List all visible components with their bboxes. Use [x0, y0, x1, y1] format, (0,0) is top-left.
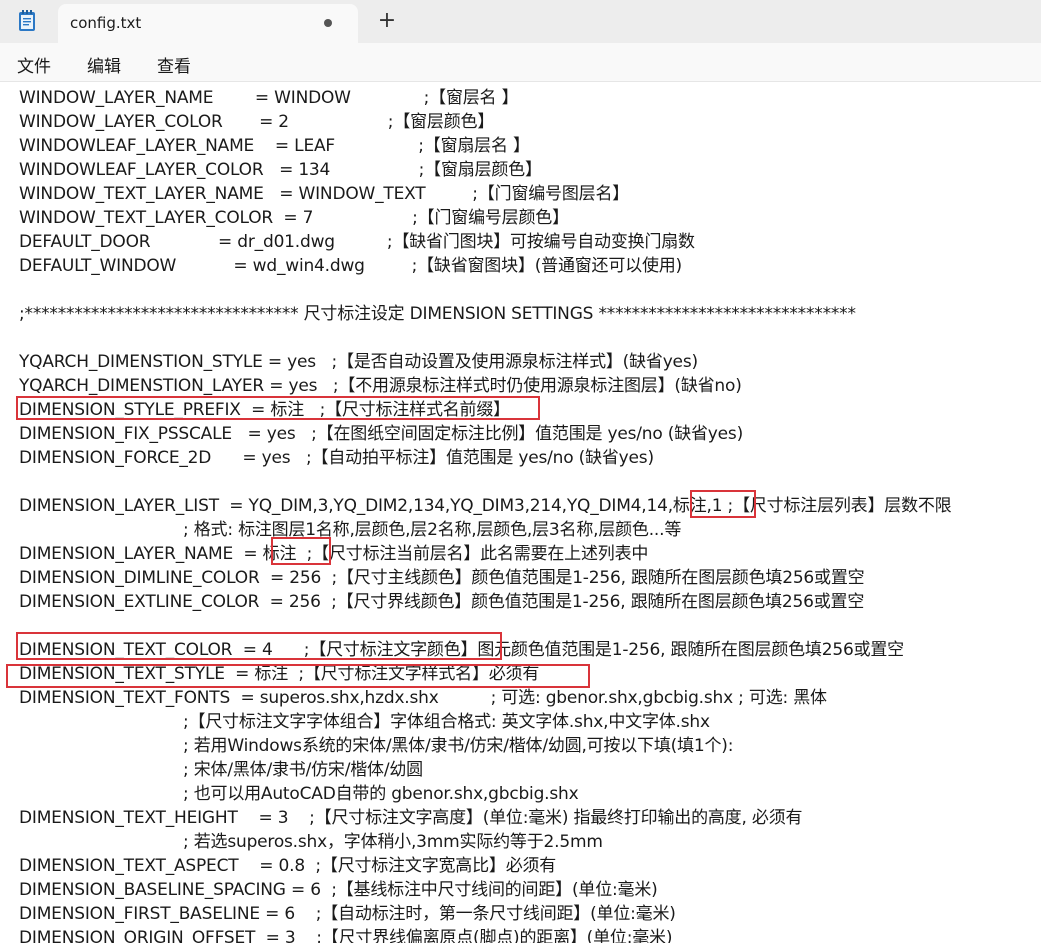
text-line: DIMENSION_STYLE_PREFIX = 标注 ;【尺寸标注样式名前缀】 — [19, 400, 510, 420]
menu-edit[interactable]: 编辑 — [87, 52, 121, 77]
menu-view[interactable]: 查看 — [157, 52, 191, 77]
new-tab-button[interactable]: + — [376, 9, 398, 33]
text-line: DIMENSION_BASELINE_SPACING = 6 ;【基线标注中尺寸… — [19, 880, 658, 900]
text-editor[interactable]: WINDOW_LAYER_NAME = WINDOW ;【窗层名 】 WINDO… — [0, 82, 1041, 943]
text-line: YQARCH_DIMENSTION_STYLE = yes ;【是否自动设置及使… — [19, 352, 698, 372]
text-line: DIMENSION_LAYER_NAME = 标注 ;【尺寸标注当前层名】此名需… — [19, 544, 649, 564]
text-line: WINDOWLEAF_LAYER_NAME = LEAF ;【窗扇层名 】 — [19, 136, 530, 156]
text-line: ; 宋体/黑体/隶书/仿宋/楷体/幼圆 — [183, 760, 423, 780]
text-line: ;********************************* 尺寸标注设… — [19, 304, 856, 324]
text-line: DEFAULT_DOOR = dr_d01.dwg ;【缺省门图块】可按编号自动… — [19, 232, 695, 252]
text-line: DIMENSION_FIRST_BASELINE = 6 ;【自动标注时，第一条… — [19, 904, 676, 924]
notepad-icon — [19, 10, 35, 31]
text-line: DIMENSION_TEXT_COLOR = 4 ;【尺寸标注文字颜色】图元颜色… — [19, 640, 904, 660]
text-line: ; 也可以用AutoCAD自带的 gbenor.shx,gbcbig.shx — [183, 784, 579, 804]
text-line: DIMENSION_FORCE_2D = yes ;【自动拍平标注】值范围是 y… — [19, 448, 654, 468]
text-line: WINDOWLEAF_LAYER_COLOR = 134 ;【窗扇层颜色】 — [19, 160, 542, 180]
text-line: DIMENSION_FIX_PSSCALE = yes ;【在图纸空间固定标注比… — [19, 424, 744, 444]
text-line: ; 若用Windows系统的宋体/黑体/隶书/仿宋/楷体/幼圆,可按以下填(填1… — [183, 736, 734, 756]
text-line: DIMENSION_TEXT_HEIGHT = 3 ;【尺寸标注文字高度】(单位… — [19, 808, 803, 828]
text-line: WINDOW_TEXT_LAYER_COLOR = 7 ;【门窗编号层颜色】 — [19, 208, 569, 228]
text-line: DIMENSION_TEXT_STYLE = 标注 ;【尺寸标注文字样式名】必须… — [19, 664, 540, 684]
text-line: DIMENSION_TEXT_FONTS = superos.shx,hzdx.… — [19, 688, 827, 708]
text-line: DIMENSION_EXTLINE_COLOR = 256 ;【尺寸界线颜色】颜… — [19, 592, 865, 612]
text-line: DIMENSION_DIMLINE_COLOR = 256 ;【尺寸主线颜色】颜… — [19, 568, 865, 588]
text-line: WINDOW_LAYER_NAME = WINDOW ;【窗层名 】 — [19, 88, 519, 108]
menu-file[interactable]: 文件 — [17, 52, 51, 77]
tab-config[interactable]: config.txt — [58, 4, 358, 43]
tab-title: config.txt — [70, 14, 142, 32]
text-line: DIMENSION_TEXT_ASPECT = 0.8 ;【尺寸标注文字宽高比】… — [19, 856, 557, 876]
text-line: YQARCH_DIMENSTION_LAYER = yes ;【不用源泉标注样式… — [19, 376, 742, 396]
unsaved-dot-icon[interactable] — [324, 19, 332, 27]
text-line: ;【尺寸标注文字字体组合】字体组合格式: 英文字体.shx,中文字体.shx — [183, 712, 710, 732]
text-line: DIMENSION_ORIGIN_OFFSET = 3 ;【尺寸界线偏离原点(脚… — [19, 928, 673, 943]
title-bar: config.txt + — [0, 0, 1041, 43]
text-line: ; 若选superos.shx，字体稍小,3mm实际约等于2.5mm — [183, 832, 603, 852]
text-line: WINDOW_TEXT_LAYER_NAME = WINDOW_TEXT ;【门… — [19, 184, 630, 204]
text-line: WINDOW_LAYER_COLOR = 2 ;【窗层颜色】 — [19, 112, 495, 132]
menu-bar: 文件 编辑 查看 — [0, 43, 1041, 82]
text-line: DIMENSION_LAYER_LIST = YQ_DIM,3,YQ_DIM2,… — [19, 496, 952, 516]
text-line: ; 格式: 标注图层1名称,层颜色,层2名称,层颜色,层3名称,层颜色...等 — [183, 520, 682, 540]
text-line: DEFAULT_WINDOW = wd_win4.dwg ;【缺省窗图块】(普通… — [19, 256, 682, 276]
